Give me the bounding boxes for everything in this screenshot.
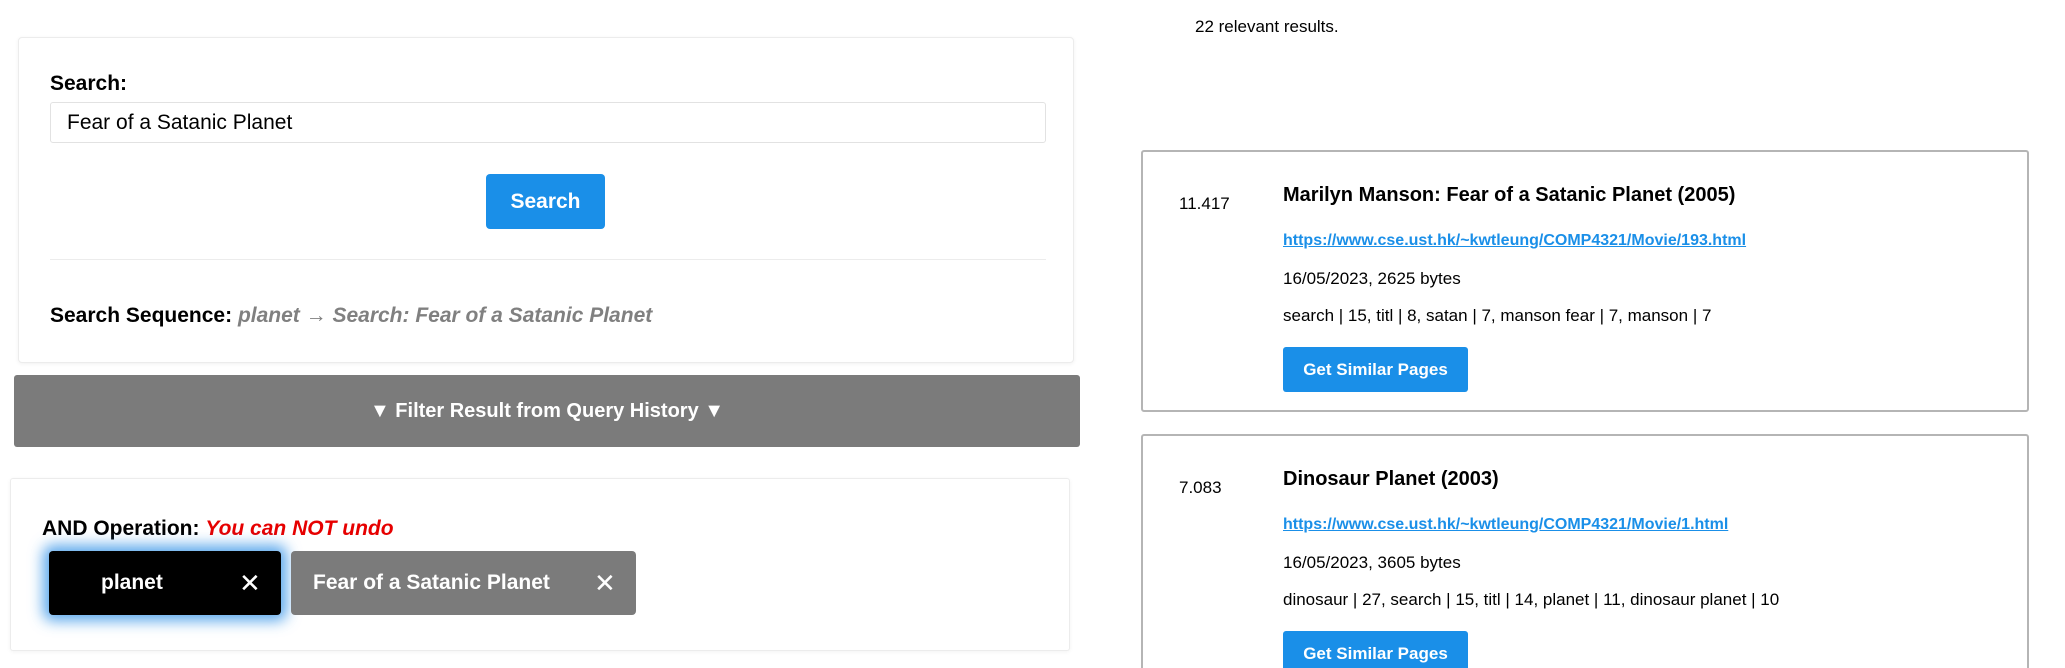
get-similar-pages-button[interactable]: Get Similar Pages (1283, 631, 1468, 668)
result-card: 7.083 Dinosaur Planet (2003) https://www… (1141, 434, 2029, 668)
search-sequence-label: Search Sequence: (50, 304, 233, 327)
result-keywords: search | 15, titl | 8, satan | 7, manson… (1283, 306, 1712, 325)
search-input[interactable] (50, 102, 1046, 143)
and-operation-panel: AND Operation: You can NOT undo planet ✕… (10, 478, 1070, 651)
search-sequence: Search Sequence: planet → Search: Fear o… (50, 304, 652, 328)
search-panel: Search: Search Search Sequence: planet →… (18, 37, 1074, 363)
query-chip-planet[interactable]: planet ✕ (49, 551, 281, 615)
result-url-link[interactable]: https://www.cse.ust.hk/~kwtleung/COMP432… (1283, 516, 1728, 534)
result-date-size: 16/05/2023, 3605 bytes (1283, 553, 1461, 572)
result-date-size: 16/05/2023, 2625 bytes (1283, 269, 1461, 288)
result-score: 11.417 (1179, 194, 1230, 213)
get-similar-pages-button[interactable]: Get Similar Pages (1283, 347, 1468, 392)
search-sequence-value: planet → Search: Fear of a Satanic Plane… (237, 304, 653, 327)
result-title: Dinosaur Planet (2003) (1283, 468, 1499, 490)
search-button[interactable]: Search (486, 174, 605, 229)
close-icon[interactable]: ✕ (594, 568, 616, 599)
filter-query-history-toggle[interactable]: ▼ Filter Result from Query History ▼ (14, 375, 1080, 447)
filter-query-history-label: ▼ Filter Result from Query History ▼ (369, 399, 725, 422)
and-operation-title: AND Operation: (42, 517, 200, 540)
result-card: 11.417 Marilyn Manson: Fear of a Satanic… (1141, 150, 2029, 412)
result-keywords: dinosaur | 27, search | 15, titl | 14, p… (1283, 590, 1780, 609)
query-chip-label: Fear of a Satanic Planet (313, 571, 550, 594)
and-operation-warning: You can NOT undo (205, 517, 394, 540)
result-title: Marilyn Manson: Fear of a Satanic Planet… (1283, 184, 1736, 206)
query-chip-label: planet (101, 571, 163, 594)
divider (50, 259, 1046, 260)
result-score: 7.083 (1179, 478, 1222, 497)
result-url-link[interactable]: https://www.cse.ust.hk/~kwtleung/COMP432… (1283, 232, 1746, 250)
search-label: Search: (50, 72, 128, 95)
and-operation-label: AND Operation: You can NOT undo (42, 517, 394, 541)
query-chip-fear-of-a-satanic-planet[interactable]: Fear of a Satanic Planet ✕ (291, 551, 636, 615)
results-count: 22 relevant results. (1195, 17, 1339, 36)
close-icon[interactable]: ✕ (239, 568, 261, 599)
